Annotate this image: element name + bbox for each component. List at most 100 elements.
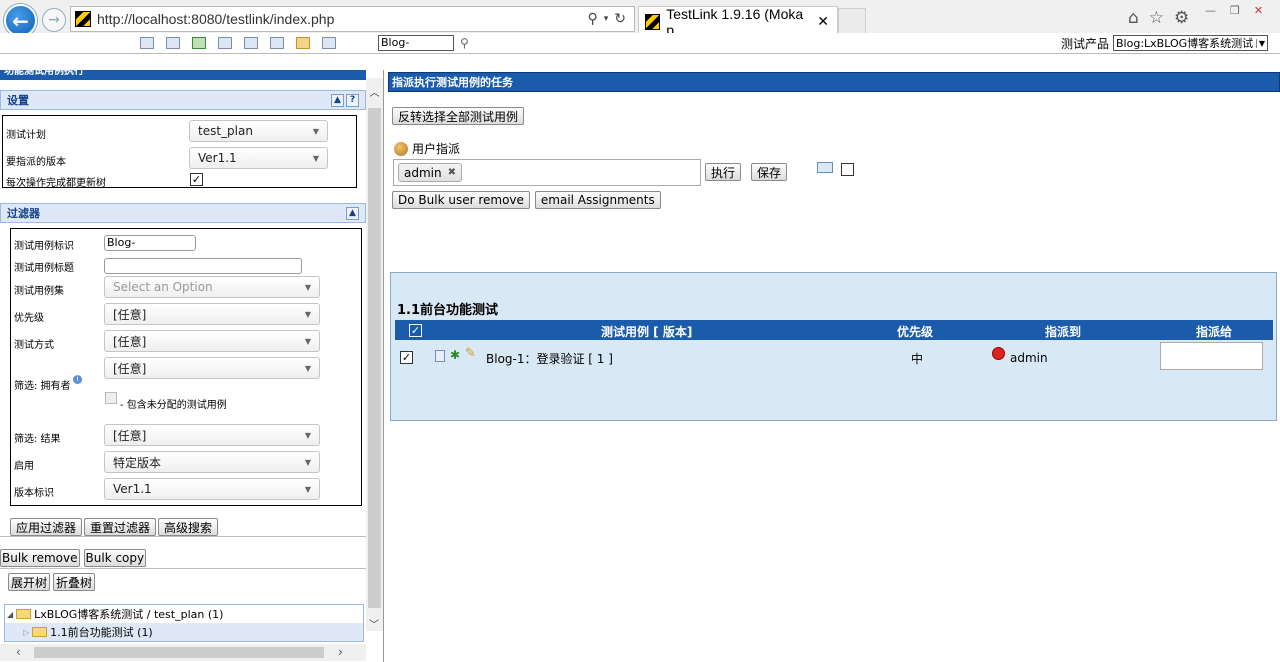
tree-collapsed-icon[interactable]: ▷ [23, 628, 29, 637]
forward-button[interactable]: → [42, 8, 66, 32]
enable-select[interactable]: 特定版本 ▼ [104, 451, 320, 473]
row-checkbox[interactable]: ✓ [400, 351, 413, 364]
execute-icon[interactable] [244, 37, 258, 49]
test-plan-select[interactable]: test_plan ▼ [189, 120, 328, 142]
toggle-all-button[interactable]: 反转选择全部测试用例 [392, 107, 525, 125]
bulk-copy-button[interactable]: Bulk copy [83, 549, 147, 567]
url-text[interactable]: http://localhost:8080/testlink/index.php [97, 11, 334, 27]
enable-label: 启用 [14, 461, 34, 472]
user-assign-input[interactable]: admin ✖ [393, 159, 701, 186]
result-select[interactable]: [任意] ▼ [104, 424, 320, 446]
settings-gear-icon[interactable]: ⚙ [1174, 8, 1189, 28]
build-select[interactable]: Ver1.1 ▼ [189, 147, 328, 169]
plan-icon[interactable] [218, 37, 232, 49]
chevron-down-icon: ▼ [312, 126, 319, 136]
settings-panel-title: 设置 ▲? [0, 90, 366, 110]
scroll-down-icon[interactable]: ﹀ [369, 616, 379, 631]
include-unassigned-label: - 包含未分配的测试用例 [120, 400, 227, 411]
edit-pencil-icon[interactable]: ✎ [465, 346, 476, 361]
priority-select[interactable]: [任意] ▼ [104, 303, 320, 325]
users-icon[interactable] [270, 37, 284, 49]
bulk-remove-button[interactable]: Bulk remove [0, 549, 80, 567]
refresh-icon[interactable]: ↻ [614, 11, 626, 27]
test-plan-value: test_plan [198, 124, 253, 138]
browser-tab[interactable]: TestLink 1.9.16 (Moka p... ✕ [638, 6, 838, 38]
chevron-down-icon: ▼ [312, 153, 319, 163]
minimize-icon[interactable]: — [1205, 4, 1216, 17]
new-tab-button[interactable] [838, 8, 866, 34]
owner-select[interactable]: [任意] ▼ [104, 357, 320, 379]
settings-title: 设置 [7, 94, 29, 107]
search-icon[interactable]: ⚲ [587, 11, 597, 27]
left-vertical-scrollbar[interactable]: ︿ ﹀ [366, 78, 383, 631]
gear-icon[interactable]: ✱ [450, 348, 460, 362]
save-button[interactable]: 保存 [751, 163, 788, 181]
document-icon[interactable] [435, 350, 445, 362]
send-mail-checkbox[interactable] [841, 163, 854, 176]
testcase-name[interactable]: Blog-1：登录验证 [ 1 ] [486, 350, 613, 367]
apply-filter-button[interactable]: 应用过滤器 [10, 518, 83, 536]
remove-token-icon[interactable]: ✖ [448, 167, 456, 178]
filter-build-label: 版本标识 [14, 488, 54, 499]
desktop-icon[interactable] [140, 37, 154, 49]
divider [0, 536, 366, 537]
exec-type-select[interactable]: [任意] ▼ [104, 330, 320, 352]
favorites-star-icon[interactable]: ☆ [1149, 8, 1164, 28]
help-icon[interactable]: ? [346, 93, 359, 107]
scroll-up-icon[interactable]: ︿ [366, 78, 383, 99]
expand-tree-button[interactable]: 展开树 [8, 573, 51, 591]
tree-child-label: 1.1前台功能测试 (1) [50, 626, 153, 639]
global-search-input[interactable]: Blog- [378, 35, 454, 51]
filters-title: 过滤器 [7, 207, 40, 220]
tc-title-input[interactable] [104, 258, 302, 274]
filter-build-value: Ver1.1 [113, 482, 152, 496]
logout-icon[interactable] [322, 37, 336, 49]
exec-type-value: [任意] [113, 334, 147, 349]
scroll-right-icon[interactable]: › [338, 645, 343, 659]
reset-filter-button[interactable]: 重置过滤器 [84, 518, 157, 536]
suite-label: 测试用例集 [14, 286, 64, 297]
browser-actions: ⌂ ☆ ⚙ [1128, 8, 1189, 28]
priority-value: 中 [911, 352, 924, 366]
chevron-down-icon: ▼ [304, 363, 311, 373]
close-window-icon[interactable]: ✕ [1254, 4, 1263, 17]
tree-root[interactable]: ◢ LxBLOG博客系统测试 / test_plan (1) [5, 605, 363, 623]
product-select[interactable]: Blog:LxBLOG博客系统测试 ▼ [1113, 35, 1268, 51]
left-horizontal-scrollbar[interactable]: ‹ › [0, 644, 366, 661]
bulk-user-remove-button[interactable]: Do Bulk user remove [392, 191, 530, 209]
global-search-icon[interactable]: ⚲ [460, 36, 469, 50]
home-icon[interactable]: ⌂ [1128, 8, 1139, 28]
collapse-icon[interactable]: ▲ [331, 93, 344, 107]
advanced-search-button[interactable]: 高级搜索 [158, 518, 219, 536]
filter-build-select[interactable]: Ver1.1 ▼ [104, 478, 320, 500]
tree-buttons: 展开树 折叠树 [8, 573, 96, 591]
restore-icon[interactable]: ❐ [1230, 4, 1240, 17]
remove-assignment-icon[interactable] [992, 347, 1005, 360]
tree-child[interactable]: ▷ 1.1前台功能测试 (1) [5, 623, 363, 641]
collapse-tree-button[interactable]: 折叠树 [53, 573, 96, 591]
collapse-icon[interactable]: ▲ [346, 206, 359, 220]
tree-expand-icon[interactable]: ◢ [7, 610, 13, 619]
back-arrow-icon: ← [12, 8, 29, 33]
assign-to-input[interactable] [1160, 342, 1263, 370]
hscroll-thumb[interactable] [34, 647, 324, 658]
address-bar[interactable]: http://localhost:8080/testlink/index.php… [70, 6, 635, 32]
divider [0, 568, 366, 569]
dropdown-icon[interactable]: ▾ [604, 14, 609, 24]
scroll-thumb[interactable] [368, 108, 381, 608]
assign-token[interactable]: admin ✖ [398, 163, 462, 182]
execute-button[interactable]: 执行 [705, 163, 742, 181]
events-icon[interactable] [296, 37, 310, 49]
email-assignments-button[interactable]: email Assignments [534, 191, 661, 209]
suite-select[interactable]: Select an Option ▼ [104, 276, 320, 298]
close-tab-icon[interactable]: ✕ [817, 13, 829, 30]
scroll-left-icon[interactable]: ‹ [16, 645, 21, 659]
include-unassigned-checkbox[interactable] [105, 392, 117, 404]
info-icon[interactable]: i [73, 375, 82, 384]
requirements-icon[interactable] [166, 37, 180, 49]
build-value: Ver1.1 [198, 151, 237, 165]
specification-icon[interactable] [192, 37, 206, 49]
refresh-tree-checkbox[interactable]: ✓ [190, 173, 203, 186]
tc-id-input[interactable]: Blog- [104, 235, 196, 251]
select-all-checkbox[interactable]: ✓ [409, 323, 422, 337]
